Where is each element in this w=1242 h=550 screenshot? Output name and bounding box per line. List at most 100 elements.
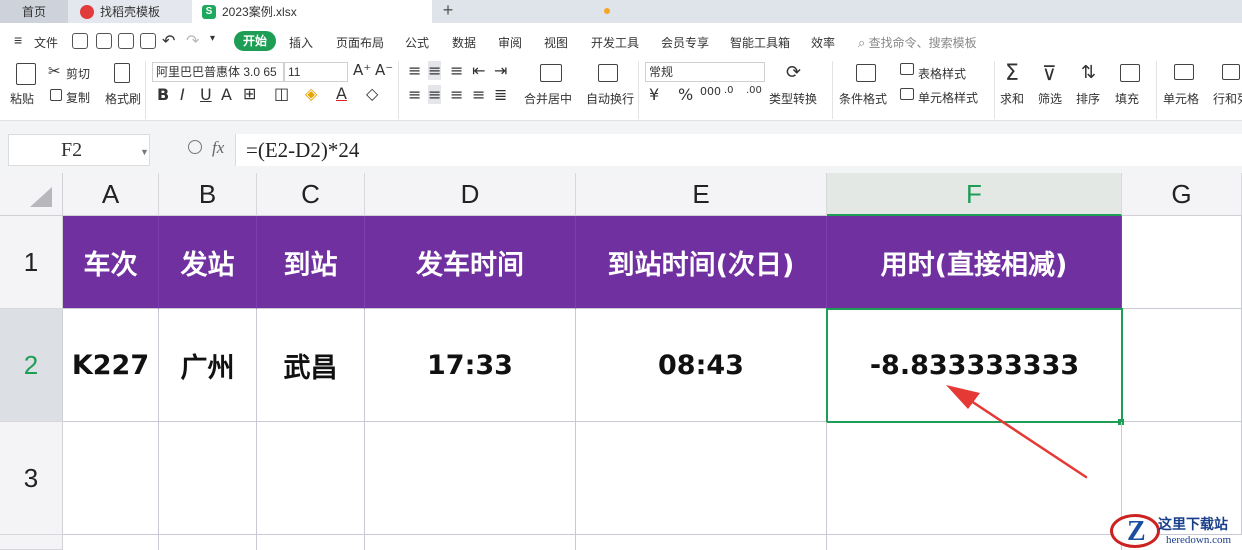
cell-e2[interactable]: 08:43 — [576, 309, 827, 422]
number-format-select[interactable]: 常规 — [645, 62, 765, 82]
select-all-corner[interactable] — [0, 173, 63, 216]
clear-format-icon[interactable]: ◇ — [366, 84, 378, 103]
cell-d1[interactable]: 发车时间 — [365, 216, 576, 309]
cell-b1[interactable]: 发站 — [159, 216, 257, 309]
menu-review[interactable]: 审阅 — [498, 34, 522, 51]
indent-increase-icon[interactable]: ⇥ — [494, 61, 507, 80]
cell-f2-selected[interactable]: -8.833333333 — [826, 308, 1123, 423]
type-convert-button[interactable]: 类型转换 — [769, 90, 817, 107]
align-bottom-icon[interactable]: ≡ — [450, 61, 463, 80]
column-header-e[interactable]: E — [576, 173, 827, 216]
cell-d3[interactable] — [365, 422, 576, 535]
bold-icon[interactable]: B — [157, 85, 169, 104]
command-search[interactable]: ⌕ 查找命令、搜索模板 — [858, 34, 977, 51]
save-icon[interactable] — [72, 33, 88, 49]
cell-a2[interactable]: K227 — [63, 309, 159, 422]
hamburger-icon[interactable]: ≡ — [14, 32, 22, 48]
fill-style-icon[interactable]: ◫ — [274, 84, 289, 103]
menu-insert[interactable]: 插入 — [289, 34, 313, 51]
row-col-button[interactable]: 行和列 — [1213, 90, 1242, 107]
cell-f4[interactable] — [827, 535, 1122, 550]
insert-function-button[interactable]: fx — [212, 138, 224, 158]
export-pdf-icon[interactable] — [96, 33, 112, 49]
font-grow-icon[interactable]: A⁺ — [353, 61, 371, 79]
cell-f1[interactable]: 用时(直接相减) — [827, 216, 1122, 309]
cell-b3[interactable] — [159, 422, 257, 535]
font-color-icon[interactable]: A — [336, 84, 347, 103]
column-header-c[interactable]: C — [257, 173, 365, 216]
align-right-icon[interactable]: ≡ — [450, 85, 463, 104]
cell-g1[interactable] — [1122, 216, 1242, 309]
cell-f3[interactable] — [827, 422, 1122, 535]
column-header-a[interactable]: A — [63, 173, 159, 216]
indent-decrease-icon[interactable]: ⇤ — [472, 61, 485, 80]
italic-icon[interactable]: I — [180, 85, 185, 104]
increase-decimal-icon[interactable]: .0 — [724, 85, 734, 96]
cell-d2[interactable]: 17:33 — [365, 309, 576, 422]
cell-a3[interactable] — [63, 422, 159, 535]
thousands-icon[interactable]: 000 — [700, 85, 721, 98]
cell-style-button[interactable]: 单元格样式 — [918, 89, 978, 106]
row-header-3[interactable]: 3 — [0, 422, 63, 535]
cell-c3[interactable] — [257, 422, 365, 535]
print-preview-icon[interactable] — [140, 33, 156, 49]
menu-start[interactable]: 开始 — [234, 31, 276, 51]
cell-e1[interactable]: 到站时间(次日) — [576, 216, 827, 309]
name-box-dropdown-icon[interactable]: ▼ — [140, 147, 149, 157]
format-painter-button[interactable]: 格式刷 — [105, 90, 141, 107]
name-box[interactable]: F2 — [8, 134, 150, 166]
zoom-formula-icon[interactable] — [188, 140, 202, 154]
tab-home[interactable]: 首页 — [0, 0, 68, 23]
cell-d4[interactable] — [365, 535, 576, 550]
fill-button[interactable]: 填充 — [1115, 90, 1139, 107]
filter-button[interactable]: 筛选 — [1038, 90, 1062, 107]
cell-a4[interactable] — [63, 535, 159, 550]
menu-smart-toolbox[interactable]: 智能工具箱 — [730, 34, 790, 51]
formula-input[interactable]: =(E2-D2)*24 — [235, 134, 1242, 166]
currency-icon[interactable]: ¥ — [649, 85, 659, 104]
font-name-select[interactable]: 阿里巴巴普惠体 3.0 65 — [152, 62, 284, 82]
menu-formula[interactable]: 公式 — [405, 34, 429, 51]
distributed-icon[interactable]: ≣ — [494, 85, 507, 104]
cell-c4[interactable] — [257, 535, 365, 550]
align-left-icon[interactable]: ≡ — [408, 85, 421, 104]
menu-file[interactable]: 文件 — [34, 34, 58, 51]
tab-file[interactable]: S 2023案例.xlsx — [192, 0, 610, 23]
menu-data[interactable]: 数据 — [452, 34, 476, 51]
quick-access-more-icon[interactable]: ▾ — [210, 33, 215, 44]
fill-color-icon[interactable]: ◈ — [305, 84, 317, 103]
cell-button[interactable]: 单元格 — [1163, 90, 1199, 107]
menu-developer[interactable]: 开发工具 — [591, 34, 639, 51]
print-icon[interactable] — [118, 33, 134, 49]
cell-c2[interactable]: 武昌 — [257, 309, 365, 422]
justify-icon[interactable]: ≡ — [472, 85, 485, 104]
column-header-b[interactable]: B — [159, 173, 257, 216]
row-header-4[interactable] — [0, 535, 63, 550]
menu-efficiency[interactable]: 效率 — [811, 34, 835, 51]
paste-icon[interactable] — [16, 63, 36, 85]
font-shrink-icon[interactable]: A⁻ — [375, 61, 393, 79]
undo-icon[interactable]: ↶ — [162, 31, 175, 51]
cell-e4[interactable] — [576, 535, 827, 550]
tab-template[interactable]: 找稻壳模板 — [68, 0, 192, 23]
conditional-format-button[interactable]: 条件格式 — [839, 90, 887, 107]
align-top-icon[interactable]: ≡ — [408, 61, 421, 80]
cut-button[interactable]: 剪切 — [66, 65, 90, 82]
align-middle-icon[interactable]: ≡ — [428, 61, 442, 80]
merge-center-button[interactable]: 合并居中 — [524, 90, 572, 107]
underline-icon[interactable]: U — [200, 85, 212, 104]
sort-button[interactable]: 排序 — [1076, 90, 1100, 107]
column-header-g[interactable]: G — [1122, 173, 1242, 216]
strikethrough-icon[interactable]: A — [221, 85, 232, 104]
cell-b2[interactable]: 广州 — [159, 309, 257, 422]
column-header-d[interactable]: D — [365, 173, 576, 216]
column-header-f[interactable]: F — [827, 173, 1122, 216]
copy-button[interactable]: 复制 — [66, 89, 90, 106]
cell-g2[interactable] — [1123, 309, 1242, 422]
new-tab-button[interactable]: + — [438, 0, 458, 23]
cell-e3[interactable] — [576, 422, 827, 535]
menu-member[interactable]: 会员专享 — [661, 34, 709, 51]
sum-button[interactable]: 求和 — [1000, 90, 1024, 107]
decrease-decimal-icon[interactable]: .00 — [746, 85, 762, 96]
cell-c1[interactable]: 到站 — [257, 216, 365, 309]
